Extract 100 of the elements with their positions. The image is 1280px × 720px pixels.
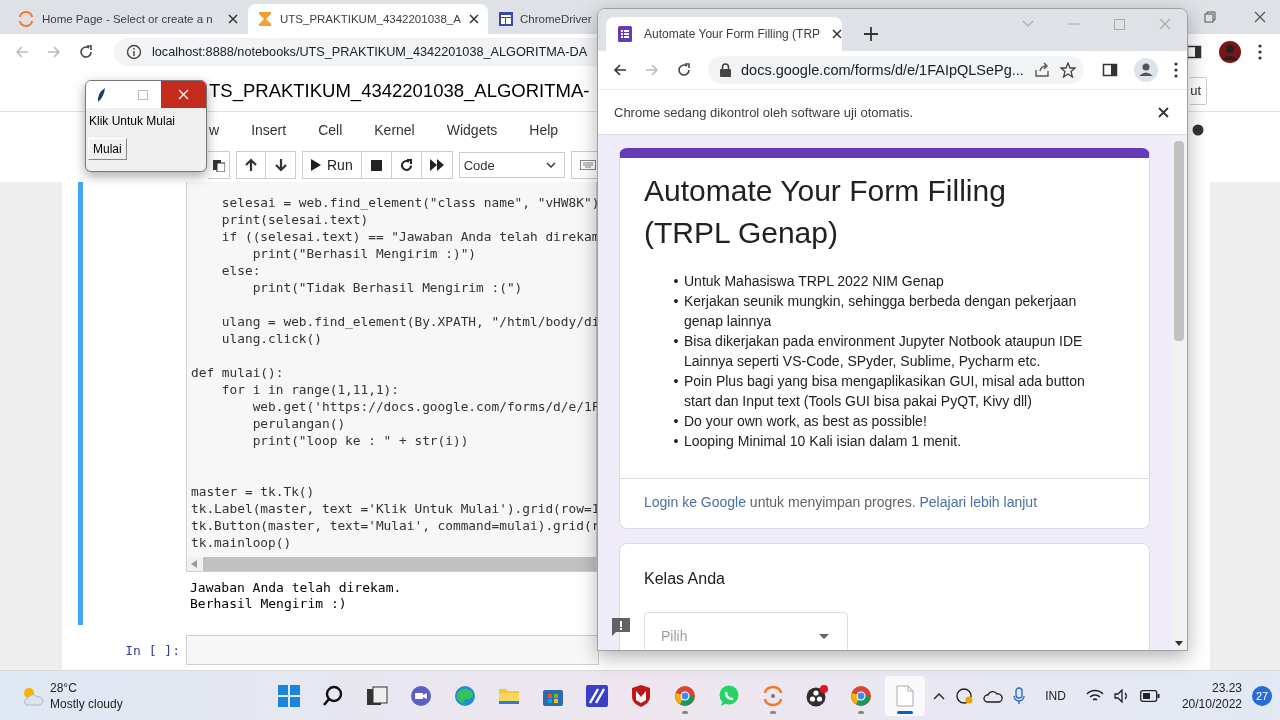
code-editor[interactable] [186, 182, 597, 572]
hourglass-icon [258, 11, 272, 27]
clock-time[interactable]: 23.23 [1211, 679, 1242, 696]
bullet-marker: • [672, 292, 680, 311]
document-icon [896, 684, 914, 707]
paste-button[interactable] [208, 151, 230, 179]
browser-tab[interactable]: Home Page - Select or create a n [8, 4, 248, 34]
kernel-status-icon [1192, 124, 1204, 136]
ring-logo-icon [18, 11, 34, 27]
browser-tab[interactable]: ChromeDriver [488, 4, 597, 34]
bullet-marker: • [672, 272, 680, 291]
list-item: Kerjakan seunik mungkin, sehingga berbeda dengan pekerjaan genap lainnya [684, 292, 1078, 331]
star-icon[interactable] [1059, 62, 1076, 78]
close-icon[interactable] [468, 14, 479, 24]
fast-forward-icon [429, 159, 444, 171]
menu-icon[interactable] [1174, 62, 1178, 78]
reload-icon [399, 158, 413, 172]
close-icon[interactable] [228, 14, 238, 24]
down-arrow-icon [274, 158, 287, 172]
code-line: for i in range(1,11,1): [220, 381, 401, 398]
reload-icon[interactable] [676, 62, 692, 78]
wifi-icon[interactable] [1085, 688, 1104, 703]
back-arrow-icon[interactable] [612, 62, 628, 78]
menu-item[interactable]: Cell [304, 122, 357, 138]
code-line: ulang = web.find_element(By.XPATH, "/html/body/di [220, 313, 596, 330]
chat-bubble-icon [718, 684, 740, 707]
feedback-icon[interactable] [611, 617, 631, 637]
play-icon [311, 159, 321, 171]
pen-app-icon [586, 684, 608, 707]
code-line: master = tk.Tk() [191, 483, 316, 500]
sign-in-link[interactable]: Login ke Google [644, 494, 746, 510]
lock-icon [720, 63, 731, 77]
close-icon[interactable] [1158, 106, 1169, 118]
browser-tab[interactable]: UTS_PRAKTIKUM_4342201038_A [248, 4, 488, 34]
avatar-icon[interactable] [1218, 40, 1242, 64]
code-line: perulangan() [251, 415, 347, 432]
restart-button[interactable] [391, 151, 422, 179]
shield-icon [631, 684, 651, 707]
new-tab-icon[interactable] [864, 27, 878, 41]
menu-icon[interactable] [1258, 44, 1262, 60]
run-button[interactable]: Run [302, 151, 362, 179]
code-line: print("loop ke : " + str(i)) [251, 432, 470, 449]
browser-tab[interactable]: Automate Your Form Filling (TRP [606, 17, 842, 51]
info-icon [126, 44, 142, 60]
up-arrow-icon [245, 158, 257, 172]
tk-label: Klik Untuk Mulai [88, 113, 177, 128]
sync-icon[interactable] [955, 686, 974, 705]
stop-button[interactable] [361, 151, 392, 179]
start-icon [278, 684, 300, 707]
bullet-marker: • [672, 372, 680, 391]
microphone-icon[interactable] [1013, 686, 1026, 705]
browser-icon [850, 684, 872, 707]
scroll-down-icon[interactable] [1175, 641, 1183, 646]
start-button[interactable]: Mulai [88, 138, 127, 160]
code-line: print("Tidak Berhasil Mengirim :(") [251, 279, 524, 296]
caret-icon [819, 633, 829, 639]
move-down-button[interactable] [266, 151, 296, 179]
move-up-button[interactable] [236, 151, 266, 179]
chevron-up-icon[interactable] [933, 691, 946, 700]
menu-item[interactable]: Insert [237, 122, 301, 138]
vertical-scrollbar[interactable] [1171, 135, 1187, 650]
window-stack-icon [366, 684, 388, 707]
notebook-title[interactable]: TS_PRAKTIKUM_4342201038_ALGORITMA- [209, 79, 590, 102]
output-line: Jawaban Anda telah direkam. [190, 580, 403, 596]
side-panel-icon[interactable] [1186, 44, 1202, 60]
input-language[interactable]: IND [1045, 688, 1066, 703]
reload-icon[interactable] [78, 44, 94, 60]
restore-icon[interactable] [1204, 11, 1216, 23]
scrollbar-thumb[interactable] [1174, 141, 1184, 341]
menu-item[interactable]: w [209, 122, 234, 138]
logout-button[interactable]: ut [1190, 76, 1207, 105]
menu-item[interactable]: Widgets [432, 122, 512, 138]
profile-icon[interactable] [1134, 58, 1158, 82]
menu-item[interactable]: Help [515, 122, 573, 138]
bullet-marker: • [672, 412, 680, 431]
video-chat-icon [410, 684, 432, 707]
cell-prompt: In [ ]: [124, 642, 181, 658]
bullet-marker: • [672, 432, 680, 451]
clock-date[interactable]: 20/10/2022 [1181, 695, 1242, 712]
cell-type-select[interactable]: Code [458, 152, 565, 178]
speaker-icon[interactable] [1113, 688, 1130, 703]
stop-icon [370, 159, 382, 171]
cloud-icon[interactable] [983, 688, 1004, 703]
battery-icon[interactable] [1139, 689, 1160, 702]
side-panel-icon[interactable] [1102, 62, 1118, 78]
question-title: Kelas Anda [644, 570, 726, 588]
run-all-button[interactable] [421, 151, 453, 179]
share-icon[interactable] [1033, 62, 1050, 78]
automation-notice: Chrome sedang dikontrol oleh software uji otomatis. [614, 104, 914, 120]
keyboard-icon [579, 160, 596, 170]
code-line: tk.Button(master, text='Mulai', command=mulai).grid(r [191, 517, 596, 534]
notification-badge[interactable]: 27 [1252, 685, 1272, 706]
close-icon [178, 89, 189, 100]
close-icon[interactable] [832, 29, 843, 39]
menu-item[interactable]: Kernel [360, 122, 429, 138]
list-item: Do your own work, as best as possible! [684, 412, 927, 431]
learn-more-link[interactable]: Pelajari lebih lanjut [919, 494, 1038, 510]
code-line: selesai = web.find_element("class name", "vHW8K") [220, 194, 596, 211]
address-bar[interactable]: docs.google.com/forms/d/e/1FAIpQLSePg... [708, 56, 1084, 84]
close-icon[interactable] [1254, 11, 1266, 23]
